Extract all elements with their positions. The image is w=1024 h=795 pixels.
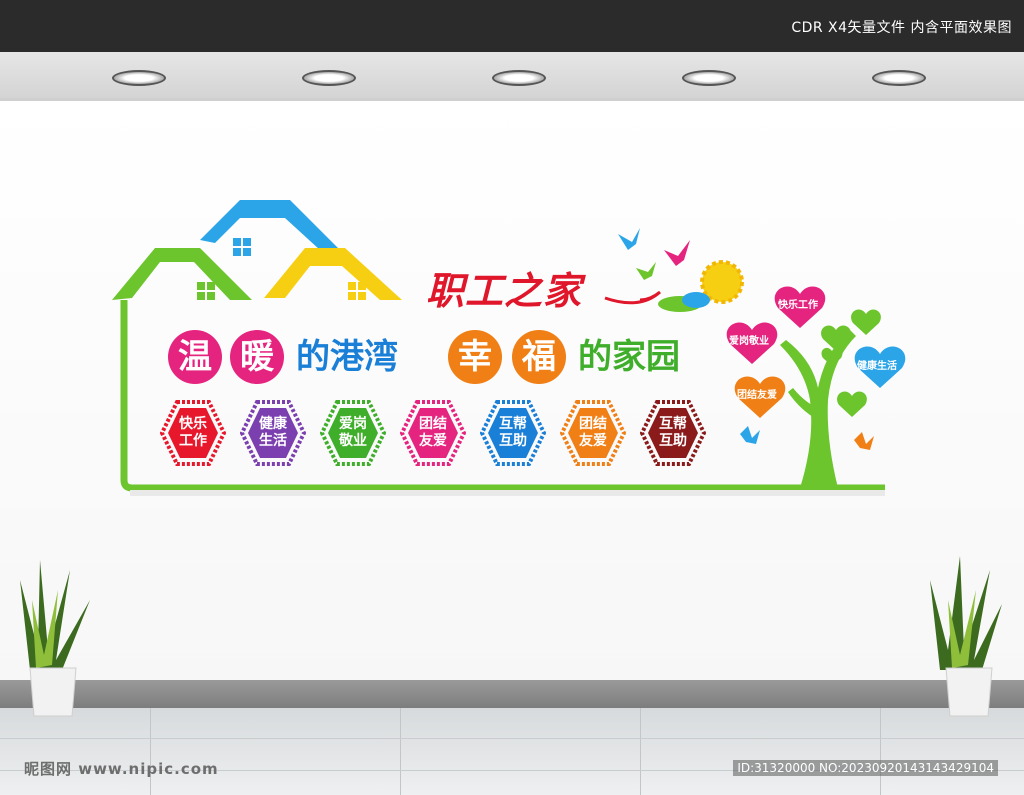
slogan-char: 幸 bbox=[448, 330, 502, 384]
hex-badge-label: 互帮互助 bbox=[659, 416, 687, 449]
heart-label: 健康生活 bbox=[857, 361, 897, 372]
roof-yellow bbox=[264, 248, 402, 300]
butterfly-icon bbox=[854, 432, 874, 450]
bird-icon bbox=[664, 240, 690, 266]
bird-icon bbox=[636, 262, 656, 280]
hex-badge: 快乐工作 bbox=[160, 400, 226, 466]
slogan-char: 暖 bbox=[230, 330, 284, 384]
slogan-char: 温 bbox=[168, 330, 222, 384]
slogan-char: 福 bbox=[512, 330, 566, 384]
heart-label: 团结友爱 bbox=[737, 390, 777, 401]
roof-blue bbox=[200, 200, 340, 250]
plant-right-icon bbox=[930, 556, 1002, 717]
hex-badge-label: 团结友爱 bbox=[579, 416, 607, 449]
heart-icon bbox=[837, 391, 867, 417]
roof-green bbox=[112, 248, 252, 300]
hex-badge: 团结友爱 bbox=[560, 400, 626, 466]
hex-badge-label: 快乐工作 bbox=[179, 416, 207, 449]
hex-badge: 爱岗敬业 bbox=[320, 400, 386, 466]
board-graphics bbox=[20, 200, 1002, 717]
plant-left-icon bbox=[20, 560, 90, 717]
heart-icon bbox=[851, 309, 881, 335]
hex-badge-label: 爱岗敬业 bbox=[339, 416, 367, 449]
heart-icon bbox=[821, 347, 843, 366]
hex-badge-label: 互帮互助 bbox=[499, 416, 527, 449]
hex-badge-label: 团结友爱 bbox=[419, 416, 447, 449]
watermark-right: ID:31320000 NO:20230920143143429104 bbox=[733, 760, 998, 776]
slogan-text: 的港湾 bbox=[296, 337, 398, 377]
heart-label: 爱岗敬业 bbox=[729, 336, 769, 347]
hex-badge-label: 健康生活 bbox=[259, 416, 287, 449]
hex-badge: 互帮互助 bbox=[640, 400, 706, 466]
bird-icon bbox=[618, 228, 640, 250]
hex-badge: 团结友爱 bbox=[400, 400, 466, 466]
hex-badge: 互帮互助 bbox=[480, 400, 546, 466]
butterfly-icon bbox=[740, 426, 760, 444]
slogan-text: 的家园 bbox=[578, 337, 680, 377]
watermark-left: 昵图网 www.nipic.com bbox=[24, 760, 219, 778]
hex-badge: 健康生活 bbox=[240, 400, 306, 466]
heart-label: 快乐工作 bbox=[778, 300, 818, 311]
board-title: 职工之家 bbox=[426, 268, 583, 313]
